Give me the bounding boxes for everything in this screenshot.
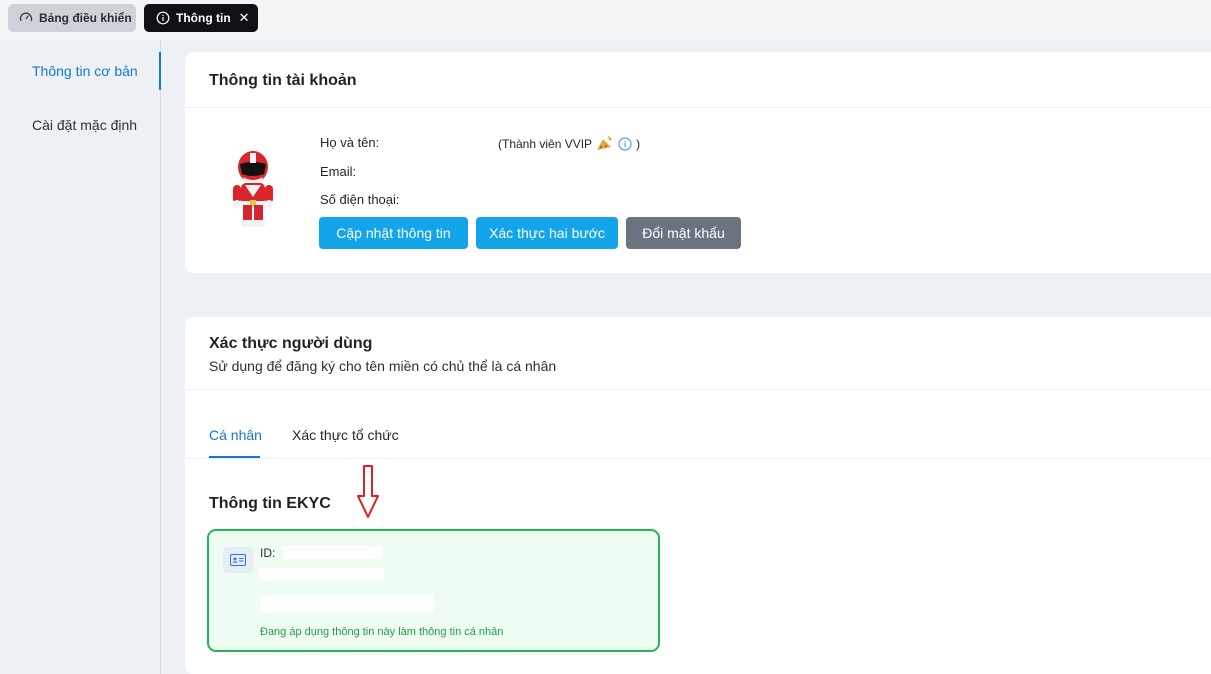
gauge-icon [19, 11, 33, 25]
redacted-details [260, 595, 434, 613]
name-label: Họ và tên: [320, 135, 380, 150]
sidebar-item-default-settings[interactable]: Cài đặt mặc định [32, 117, 137, 133]
ekyc-status-note: Đang áp dụng thông tin này làm thông tin… [260, 626, 504, 638]
update-info-button[interactable]: Cập nhật thông tin [319, 217, 468, 249]
verification-title: Xác thực người dùng [209, 335, 373, 352]
tab-bar: Bảng điều khiển Thông tin ✕ [0, 0, 1211, 40]
membership-open: (Thành viên VVIP [498, 136, 593, 151]
change-password-button[interactable]: Đổi mật khẩu [626, 217, 741, 249]
tab-personal[interactable]: Cá nhân [209, 427, 262, 443]
vip-badge-icon [595, 135, 615, 152]
arrow-down-icon [357, 465, 379, 519]
tab-dashboard[interactable]: Bảng điều khiển [8, 4, 136, 32]
verification-card: Xác thực người dùng Sử dụng để đăng ký c… [185, 317, 1211, 674]
id-card-icon [223, 547, 253, 573]
sidebar-item-basic-info[interactable]: Thông tin cơ bản [32, 63, 138, 79]
sidebar: Thông tin cơ bản Cài đặt mặc định [0, 40, 161, 674]
membership-status: (Thành viên VVIP ) [498, 135, 640, 152]
info-circle-icon[interactable] [618, 137, 632, 151]
ekyc-card[interactable]: ID: Đang áp dụng thông tin này làm thông… [207, 529, 660, 652]
tab-dashboard-label: Bảng điều khiển [39, 11, 132, 25]
id-label: ID: [260, 546, 276, 560]
tab-organization[interactable]: Xác thực tổ chức [292, 427, 399, 443]
verification-subtitle: Sử dụng để đăng ký cho tên miền có chủ t… [209, 358, 557, 374]
sidebar-active-indicator [159, 52, 161, 90]
two-factor-button[interactable]: Xác thực hai bước [476, 217, 618, 249]
phone-label: Số điện thoại: [320, 192, 400, 207]
avatar [229, 150, 277, 230]
membership-close: ) [636, 136, 641, 151]
redacted-name [259, 568, 384, 581]
tab-info[interactable]: Thông tin ✕ [144, 4, 258, 32]
verification-divider [185, 389, 1211, 390]
account-divider [185, 107, 1211, 108]
account-card: Thông tin tài khoản Họ và tên: (Thành vi… [185, 52, 1211, 273]
account-title: Thông tin tài khoản [209, 72, 357, 89]
close-icon[interactable]: ✕ [239, 10, 250, 26]
tab-info-label: Thông tin [176, 11, 231, 25]
redacted-id [283, 546, 382, 559]
info-icon [156, 11, 170, 25]
ekyc-title: Thông tin EKYC [209, 495, 331, 512]
tabs-divider [185, 458, 1211, 459]
email-label: Email: [320, 164, 357, 179]
